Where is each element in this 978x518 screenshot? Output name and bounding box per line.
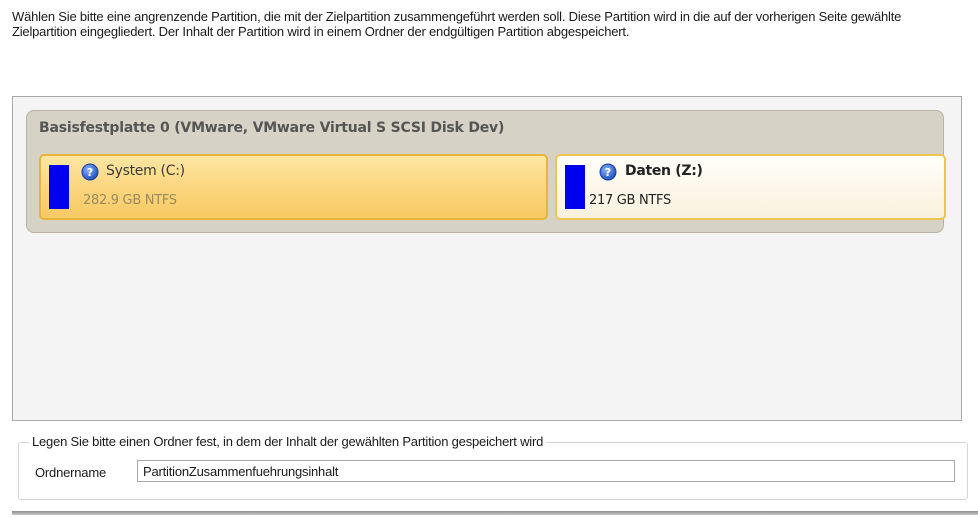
folder-name-label: Ordnername [35,465,106,480]
partition-usage-bar [565,165,585,209]
svg-text:?: ? [87,166,93,179]
disk-title: Basisfestplatte 0 (VMware, VMware Virtua… [39,120,505,136]
help-icon: ? [81,163,99,181]
partition-size: 282.9 GB NTFS [83,193,177,208]
help-icon: ? [599,163,617,181]
bottom-divider [12,511,978,515]
disk-map-panel: Basisfestplatte 0 (VMware, VMware Virtua… [12,96,962,421]
partition-size: 217 GB NTFS [589,193,671,208]
intro-text: Wählen Sie bitte eine angrenzende Partit… [12,9,902,39]
partition-daten-z[interactable]: ? Daten (Z:) 217 GB NTFS [555,154,946,220]
folder-name-input[interactable] [137,460,955,482]
svg-text:?: ? [605,166,611,179]
folder-fieldset: Legen Sie bitte einen Ordner fest, in de… [18,434,968,500]
disk-card: Basisfestplatte 0 (VMware, VMware Virtua… [26,110,946,233]
partition-name: Daten (Z:) [625,163,703,179]
merge-partition-page: Wählen Sie bitte eine angrenzende Partit… [0,0,978,518]
partition-name: System (C:) [106,163,185,179]
folder-legend: Legen Sie bitte einen Ordner fest, in de… [29,434,547,449]
partition-system-c[interactable]: ? System (C:) 282.9 GB NTFS [39,154,548,220]
partition-usage-bar [49,165,69,209]
